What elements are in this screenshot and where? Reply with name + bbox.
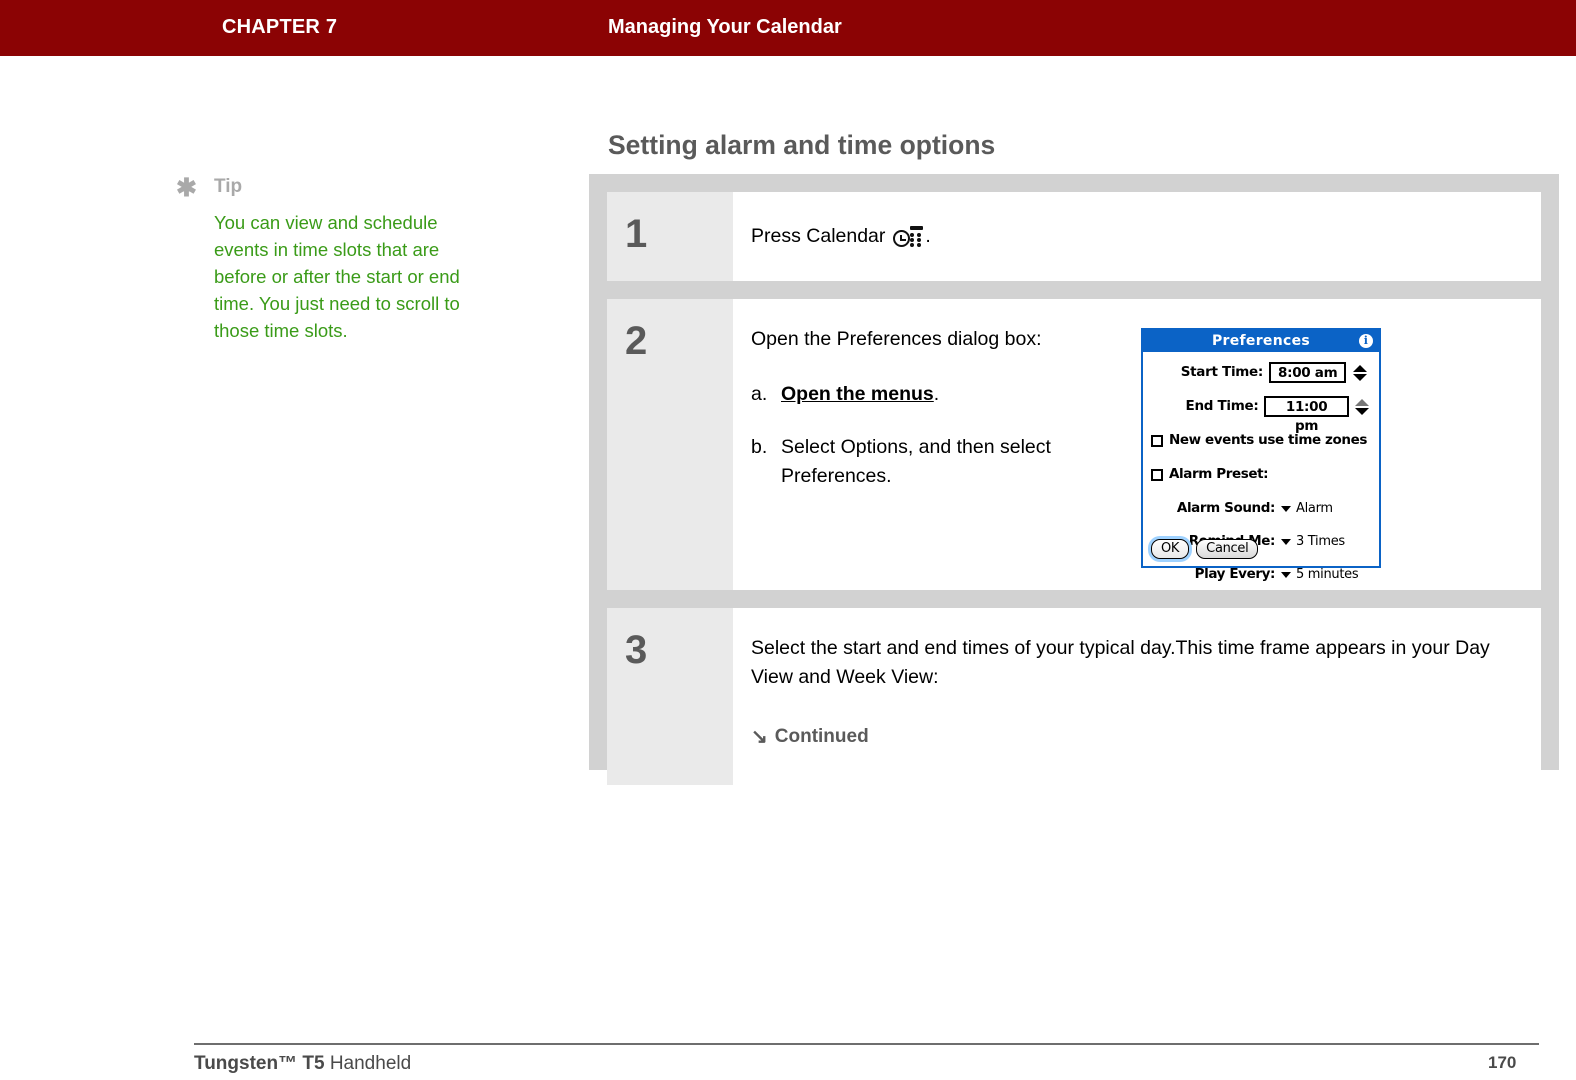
step-number: 3 xyxy=(607,608,733,785)
end-time-stepper[interactable] xyxy=(1354,398,1371,415)
footer-product: Tungsten™ T5 Handheld xyxy=(194,1053,411,1075)
remind-me-value[interactable]: 3 Times xyxy=(1296,527,1345,556)
step-number: 1 xyxy=(607,192,733,281)
play-every-label: Play Every: xyxy=(1194,566,1276,582)
dialog-title-bar: Preferences i xyxy=(1143,330,1379,352)
alarm-sound-value[interactable]: Alarm xyxy=(1296,494,1333,523)
step-row: 1 Press Calendar . xyxy=(607,192,1541,281)
start-time-row: Start Time: 8:00 am xyxy=(1151,358,1371,387)
section-heading: Setting alarm and time options xyxy=(608,130,996,160)
chevron-up-icon[interactable] xyxy=(1353,364,1368,372)
step-row: 3 Select the start and end times of your… xyxy=(607,608,1541,785)
arrow-down-right-icon: ↘ xyxy=(751,725,768,748)
chevron-down-icon[interactable] xyxy=(1353,373,1368,381)
start-time-label: Start Time: xyxy=(1180,364,1264,380)
start-time-value[interactable]: 8:00 am xyxy=(1269,362,1347,383)
checkbox-icon[interactable] xyxy=(1151,434,1163,447)
dialog-title: Preferences xyxy=(1211,333,1311,349)
alarm-sound-row[interactable]: Alarm Sound: Alarm xyxy=(1151,494,1371,523)
calendar-button-icon xyxy=(893,225,924,249)
step-content: Open the Preferences dialog box: a. Open… xyxy=(733,299,1541,590)
preferences-dialog: Preferences i Start Time: 8:00 am End Ti… xyxy=(1141,328,1381,582)
chevron-down-icon[interactable] xyxy=(1355,407,1370,415)
alarm-sound-label: Alarm Sound: xyxy=(1176,500,1275,516)
tip-label: Tip xyxy=(214,176,243,197)
dialog-buttons: OK Cancel xyxy=(1151,539,1259,559)
tip-header: ✱ Tip xyxy=(176,176,476,204)
page-header: CHAPTER 7 Managing Your Calendar xyxy=(0,0,1576,56)
step2-instructions: Open the Preferences dialog box: a. Open… xyxy=(751,325,1111,568)
step3-text: Select the start and end times of your t… xyxy=(751,637,1490,688)
start-time-stepper[interactable] xyxy=(1351,364,1369,381)
step1-text-before: Press Calendar xyxy=(751,225,886,247)
open-the-menus-link[interactable]: Open the menus xyxy=(781,383,934,405)
step-number: 2 xyxy=(607,299,733,590)
alarm-preset-label: Alarm Preset: xyxy=(1169,466,1269,482)
play-every-row[interactable]: Play Every: 5 minutes xyxy=(1151,560,1371,589)
play-every-value[interactable]: 5 minutes xyxy=(1296,560,1359,589)
substep-a: a. Open the menus. xyxy=(751,380,1111,409)
page-number: 170 xyxy=(1488,1053,1517,1072)
chevron-down-icon[interactable] xyxy=(1281,538,1291,545)
time-zones-checkbox-row[interactable]: New events use time zones xyxy=(1151,426,1371,455)
substep-a-text: Open the menus. xyxy=(781,380,1111,409)
substep-b-text: Select Options, and then select Preferen… xyxy=(781,436,1051,487)
chevron-up-icon[interactable] xyxy=(1355,398,1370,406)
substep-b: b. Select Options, and then select Prefe… xyxy=(751,433,1111,491)
asterisk-icon: ✱ xyxy=(176,174,197,202)
step2-lead-text: Open the Preferences dialog box: xyxy=(751,328,1042,350)
alarm-preset-checkbox-row[interactable]: Alarm Preset: xyxy=(1151,460,1371,489)
chevron-down-icon[interactable] xyxy=(1281,571,1291,578)
step-row: 2 Open the Preferences dialog box: a. Op… xyxy=(607,299,1541,590)
substep-b-marker: b. xyxy=(751,436,768,458)
substep-a-marker: a. xyxy=(751,383,768,405)
footer-product-rest: Handheld xyxy=(324,1053,412,1074)
continued-marker: ↘ Continued xyxy=(751,722,1517,751)
chevron-down-icon[interactable] xyxy=(1281,505,1291,512)
continued-label: Continued xyxy=(774,726,869,747)
chapter-label: CHAPTER 7 xyxy=(222,16,338,38)
substep-a-trailing: . xyxy=(933,383,940,405)
tip-body-text: You can view and schedule events in time… xyxy=(214,212,460,341)
cancel-button[interactable]: Cancel xyxy=(1196,539,1259,559)
steps-panel: 1 Press Calendar . 2 Open the Preference… xyxy=(589,174,1559,785)
checkbox-icon[interactable] xyxy=(1151,468,1163,481)
step-content: Select the start and end times of your t… xyxy=(733,608,1541,785)
info-icon[interactable]: i xyxy=(1359,334,1373,348)
time-zones-label: New events use time zones xyxy=(1169,432,1367,448)
chapter-title: Managing Your Calendar xyxy=(608,16,842,38)
end-time-value[interactable]: 11:00 pm xyxy=(1264,396,1349,434)
step1-text-after: . xyxy=(925,225,931,247)
footer-divider xyxy=(194,1043,1539,1045)
footer-product-bold: Tungsten™ T5 xyxy=(194,1053,325,1074)
end-time-label: End Time: xyxy=(1185,398,1259,414)
step-content: Press Calendar . xyxy=(733,192,1541,281)
tip-callout: ✱ Tip You can view and schedule events i… xyxy=(176,176,476,344)
ok-button[interactable]: OK xyxy=(1151,539,1190,559)
end-time-row: End Time: 11:00 pm xyxy=(1151,392,1371,434)
step1-instruction: Press Calendar . xyxy=(751,222,1517,251)
